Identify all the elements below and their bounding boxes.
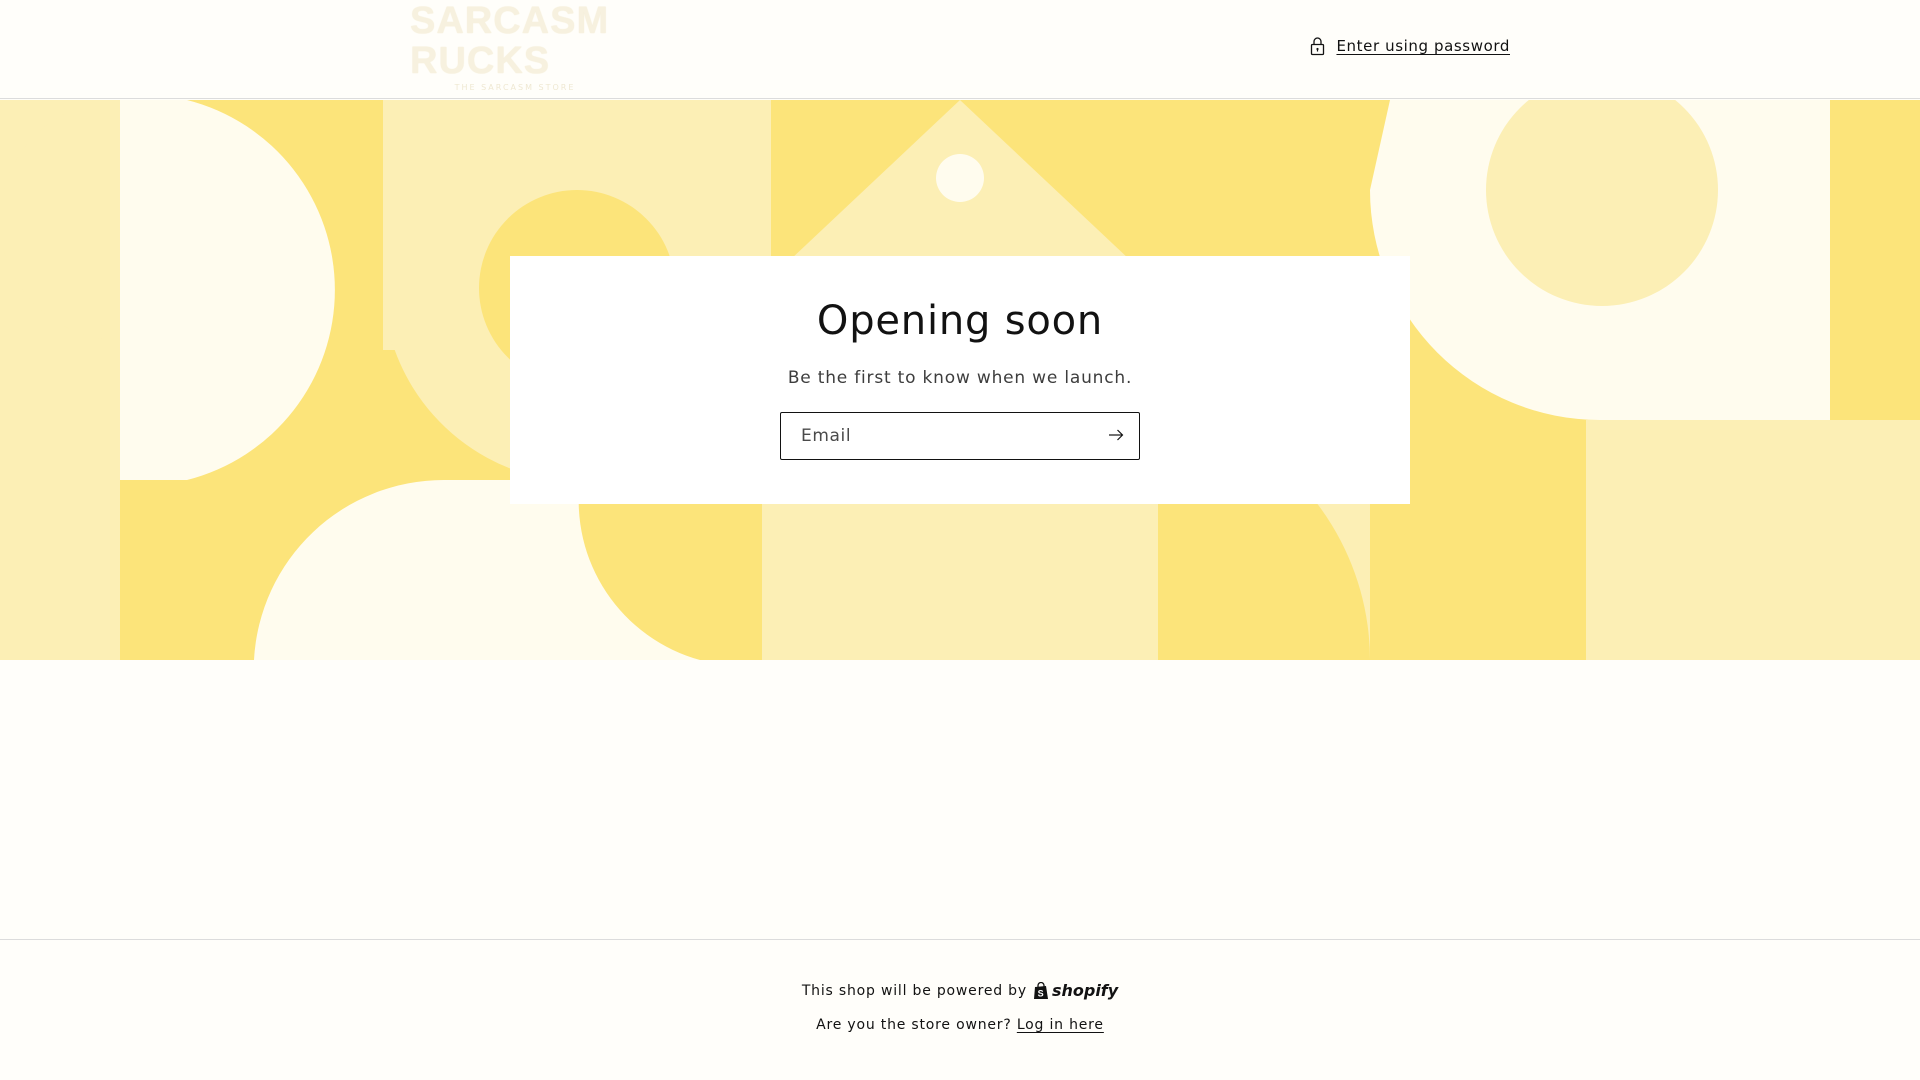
logo-text: SARCASM RUCKS (410, 0, 610, 82)
arrow-right-icon (1108, 429, 1124, 444)
newsletter-form (780, 412, 1140, 460)
subscribe-button[interactable] (1101, 421, 1131, 451)
shopify-logo[interactable]: S shopify (1033, 981, 1118, 1000)
store-logo[interactable]: SARCASM RUCKS THE SARCASM STORE (410, 1, 620, 92)
svg-text:S: S (1038, 988, 1045, 998)
site-header: SARCASM RUCKS THE SARCASM STORE Enter us… (0, 0, 1920, 99)
owner-question: Are you the store owner? (816, 1017, 1012, 1033)
shopify-bag-icon: S (1033, 981, 1049, 1000)
shopify-wordmark: shopify (1051, 981, 1119, 1000)
site-footer: This shop will be powered by S shopify A… (0, 939, 1920, 1080)
powered-by: This shop will be powered by S shopify (0, 981, 1920, 1000)
lock-icon (1309, 36, 1326, 56)
logo-tagline: THE SARCASM STORE (454, 82, 576, 92)
email-input[interactable] (781, 413, 1139, 459)
page-title: Opening soon (816, 298, 1104, 344)
enter-password-label: Enter using password (1336, 37, 1510, 55)
store-owner-line: Are you the store owner? Log in here (0, 1017, 1920, 1033)
enter-password-link[interactable]: Enter using password (1309, 36, 1510, 56)
login-link[interactable]: Log in here (1017, 1017, 1104, 1033)
newsletter-card: Opening soon Be the first to know when w… (510, 256, 1410, 504)
page-subtitle: Be the first to know when we launch. (787, 368, 1133, 388)
powered-by-text: This shop will be powered by (801, 982, 1027, 999)
